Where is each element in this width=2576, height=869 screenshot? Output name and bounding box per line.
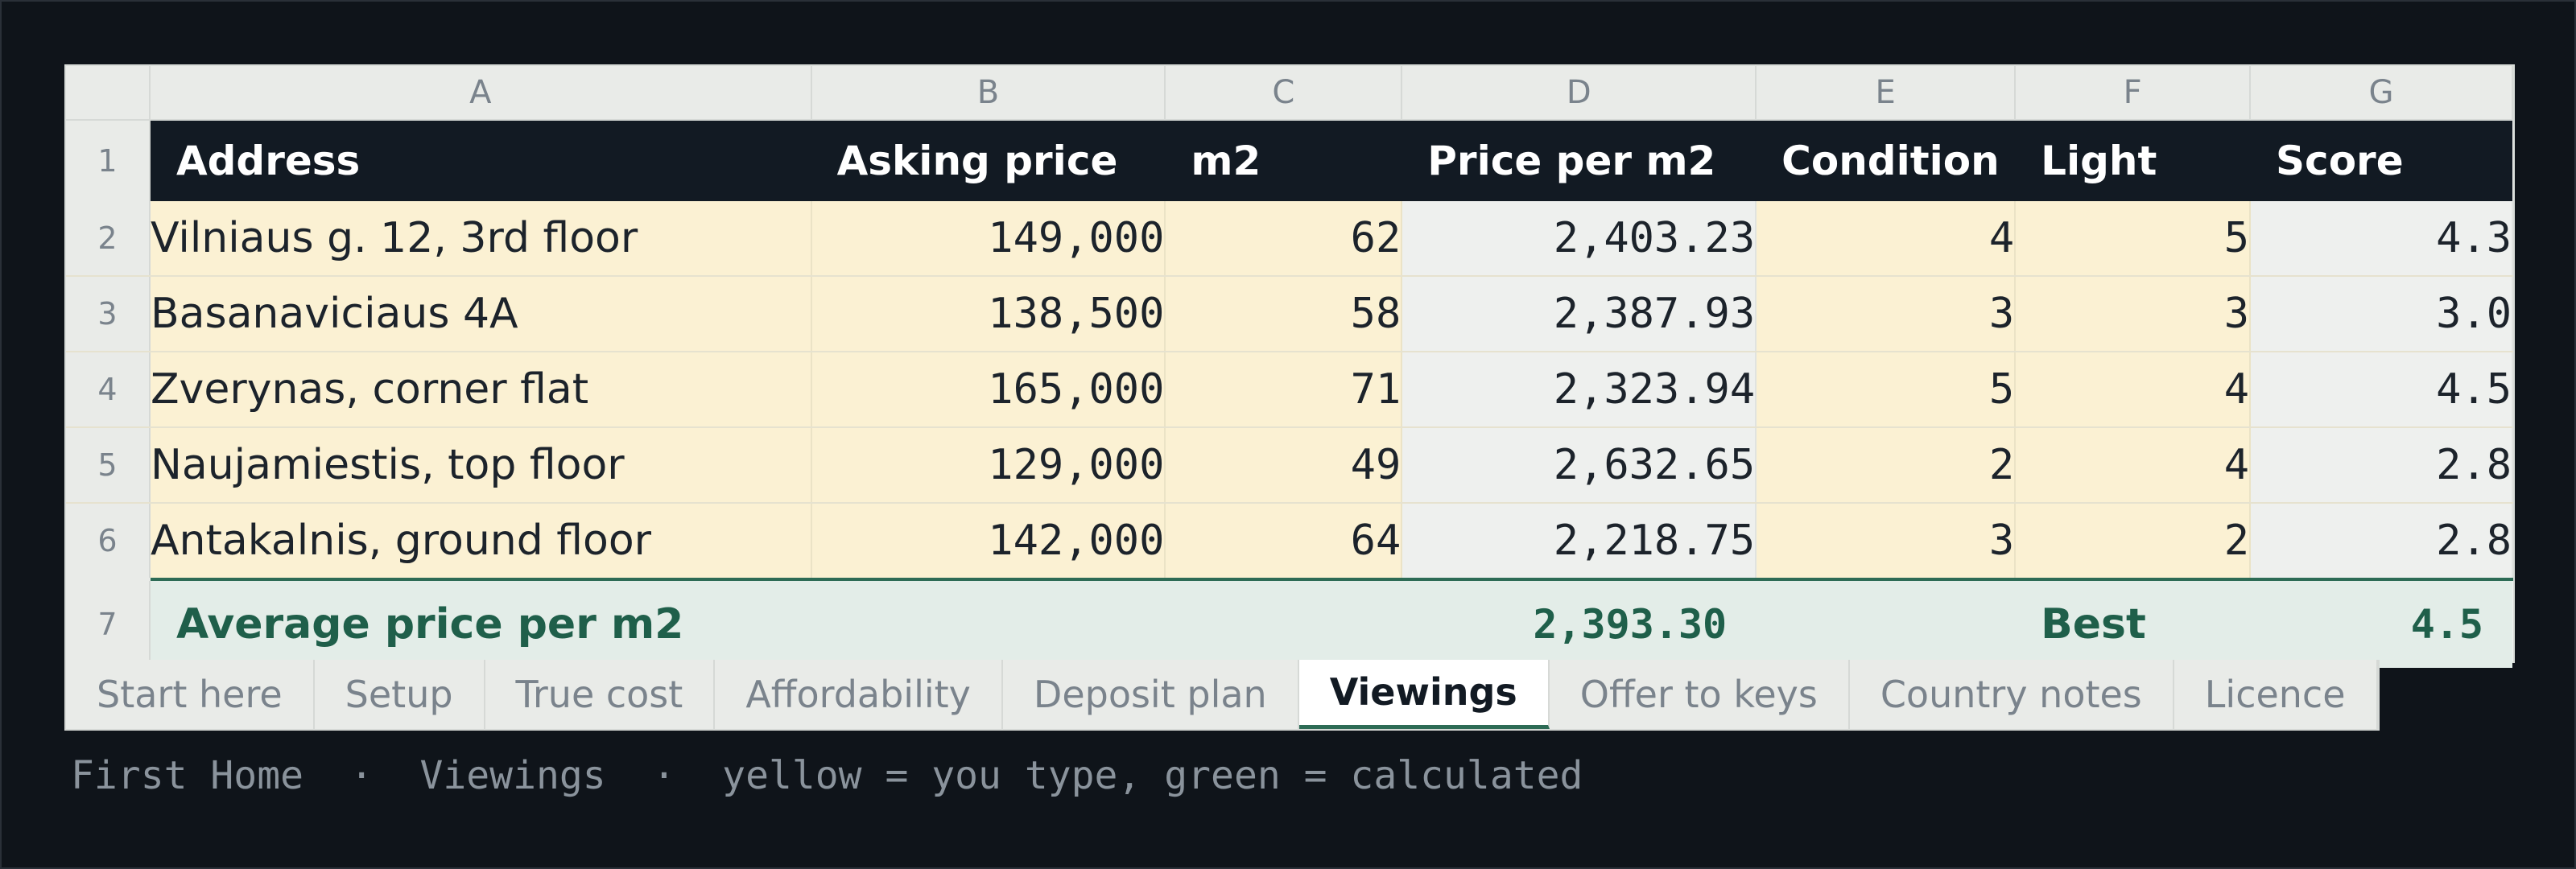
totals-row: 7 Average price per m2 2,393.30 Best 4.5 [66, 578, 2512, 668]
cell-condition[interactable]: 3 [1756, 503, 2017, 580]
separator: · [349, 753, 374, 798]
cell-m2[interactable]: 49 [1165, 427, 1403, 504]
cell-light[interactable]: 5 [2015, 201, 2252, 277]
color-legend: yellow = you type, green = calculated [722, 753, 1583, 798]
cell-price-per-m2[interactable]: 2,403.23 [1402, 201, 1757, 277]
cell-m2[interactable]: 58 [1165, 276, 1403, 352]
header-asking-price[interactable]: Asking price [811, 120, 1166, 201]
row-number[interactable]: 1 [66, 120, 151, 201]
row-number[interactable]: 3 [66, 276, 151, 352]
average-price-label[interactable]: Average price per m2 [149, 578, 811, 668]
best-label[interactable]: Best [2015, 578, 2251, 668]
tab-setup[interactable]: Setup [315, 660, 485, 729]
tab-country-notes[interactable]: Country notes [1850, 660, 2174, 729]
row-number[interactable]: 4 [66, 352, 151, 428]
header-condition[interactable]: Condition [1756, 120, 2016, 201]
column-header-b[interactable]: B [811, 66, 1166, 121]
column-header-g[interactable]: G [2250, 66, 2513, 121]
cell-m2[interactable]: 71 [1165, 352, 1403, 428]
cell-score[interactable]: 4.3 [2250, 201, 2513, 277]
cell-asking-price[interactable]: 149,000 [811, 201, 1166, 277]
cell-condition[interactable]: 4 [1756, 201, 2017, 277]
cell-price-per-m2[interactable]: 2,387.93 [1402, 276, 1757, 352]
cell-price-per-m2[interactable]: 2,632.65 [1402, 427, 1757, 504]
cell-address[interactable]: Naujamiestis, top floor [149, 427, 812, 504]
empty-cell[interactable] [811, 578, 1166, 668]
tab-licence[interactable]: Licence [2174, 660, 2378, 729]
table-row: 6 Antakalnis, ground floor 142,000 64 2,… [66, 503, 2513, 580]
header-m2[interactable]: m2 [1165, 120, 1402, 201]
cell-address[interactable]: Zverynas, corner flat [149, 352, 812, 428]
column-header-c[interactable]: C [1165, 66, 1403, 121]
separator: · [652, 753, 676, 798]
table-row: 4 Zverynas, corner flat 165,000 71 2,323… [66, 352, 2513, 428]
row-number[interactable]: 6 [66, 503, 151, 580]
header-score[interactable]: Score [2250, 120, 2512, 201]
cell-light[interactable]: 2 [2015, 503, 2252, 580]
cell-asking-price[interactable]: 138,500 [811, 276, 1166, 352]
column-header-d[interactable]: D [1402, 66, 1757, 121]
header-row: 1 Address Asking price m2 Price per m2 C… [66, 120, 2512, 201]
cell-condition[interactable]: 2 [1756, 427, 2017, 504]
status-caption: First Home · Viewings · yellow = you typ… [71, 753, 1583, 798]
tab-viewings[interactable]: Viewings [1298, 660, 1550, 729]
cell-light[interactable]: 3 [2015, 276, 2252, 352]
best-score-value[interactable]: 4.5 [2250, 578, 2512, 668]
cell-address[interactable]: Basanaviciaus 4A [149, 276, 812, 352]
column-header-e[interactable]: E [1756, 66, 2017, 121]
sheet-tabs: Start here Setup True cost Affordability… [64, 660, 2380, 731]
corner-cell[interactable] [66, 66, 151, 121]
cell-m2[interactable]: 64 [1165, 503, 1403, 580]
app-name: First Home [71, 753, 303, 798]
average-price-value[interactable]: 2,393.30 [1402, 578, 1757, 668]
tab-offer-to-keys[interactable]: Offer to keys [1550, 660, 1850, 729]
cell-light[interactable]: 4 [2015, 352, 2252, 428]
sheet-name: Viewings [419, 753, 606, 798]
empty-cell[interactable] [1165, 578, 1402, 668]
row-number[interactable]: 2 [66, 201, 151, 277]
header-light[interactable]: Light [2015, 120, 2251, 201]
spreadsheet-grid[interactable]: A B C D E F G 1 Address Asking price m2 … [64, 64, 2515, 668]
header-price-per-m2[interactable]: Price per m2 [1402, 120, 1757, 201]
column-header-a[interactable]: A [149, 66, 812, 121]
cell-price-per-m2[interactable]: 2,218.75 [1402, 503, 1757, 580]
header-address[interactable]: Address [149, 120, 811, 201]
tab-affordability[interactable]: Affordability [715, 660, 1003, 729]
cell-condition[interactable]: 5 [1756, 352, 2017, 428]
cell-score[interactable]: 2.8 [2250, 503, 2513, 580]
row-number[interactable]: 7 [66, 578, 151, 668]
tab-deposit-plan[interactable]: Deposit plan [1003, 660, 1299, 729]
cell-address[interactable]: Vilniaus g. 12, 3rd floor [149, 201, 812, 277]
cell-score[interactable]: 3.0 [2250, 276, 2513, 352]
tab-start-here[interactable]: Start here [66, 660, 315, 729]
table-row: 3 Basanaviciaus 4A 138,500 58 2,387.93 3… [66, 276, 2513, 352]
table-row: 5 Naujamiestis, top floor 129,000 49 2,6… [66, 427, 2513, 504]
cell-asking-price[interactable]: 165,000 [811, 352, 1166, 428]
cell-price-per-m2[interactable]: 2,323.94 [1402, 352, 1757, 428]
empty-cell[interactable] [1756, 578, 2016, 668]
cell-condition[interactable]: 3 [1756, 276, 2017, 352]
column-header-row: A B C D E F G [66, 66, 2513, 121]
cell-m2[interactable]: 62 [1165, 201, 1403, 277]
tab-true-cost[interactable]: True cost [485, 660, 716, 729]
row-number[interactable]: 5 [66, 427, 151, 504]
cell-score[interactable]: 4.5 [2250, 352, 2513, 428]
cell-score[interactable]: 2.8 [2250, 427, 2513, 504]
table-row: 2 Vilniaus g. 12, 3rd floor 149,000 62 2… [66, 201, 2513, 277]
cell-light[interactable]: 4 [2015, 427, 2252, 504]
cell-asking-price[interactable]: 142,000 [811, 503, 1166, 580]
cell-address[interactable]: Antakalnis, ground floor [149, 503, 812, 580]
cell-asking-price[interactable]: 129,000 [811, 427, 1166, 504]
column-header-f[interactable]: F [2015, 66, 2252, 121]
